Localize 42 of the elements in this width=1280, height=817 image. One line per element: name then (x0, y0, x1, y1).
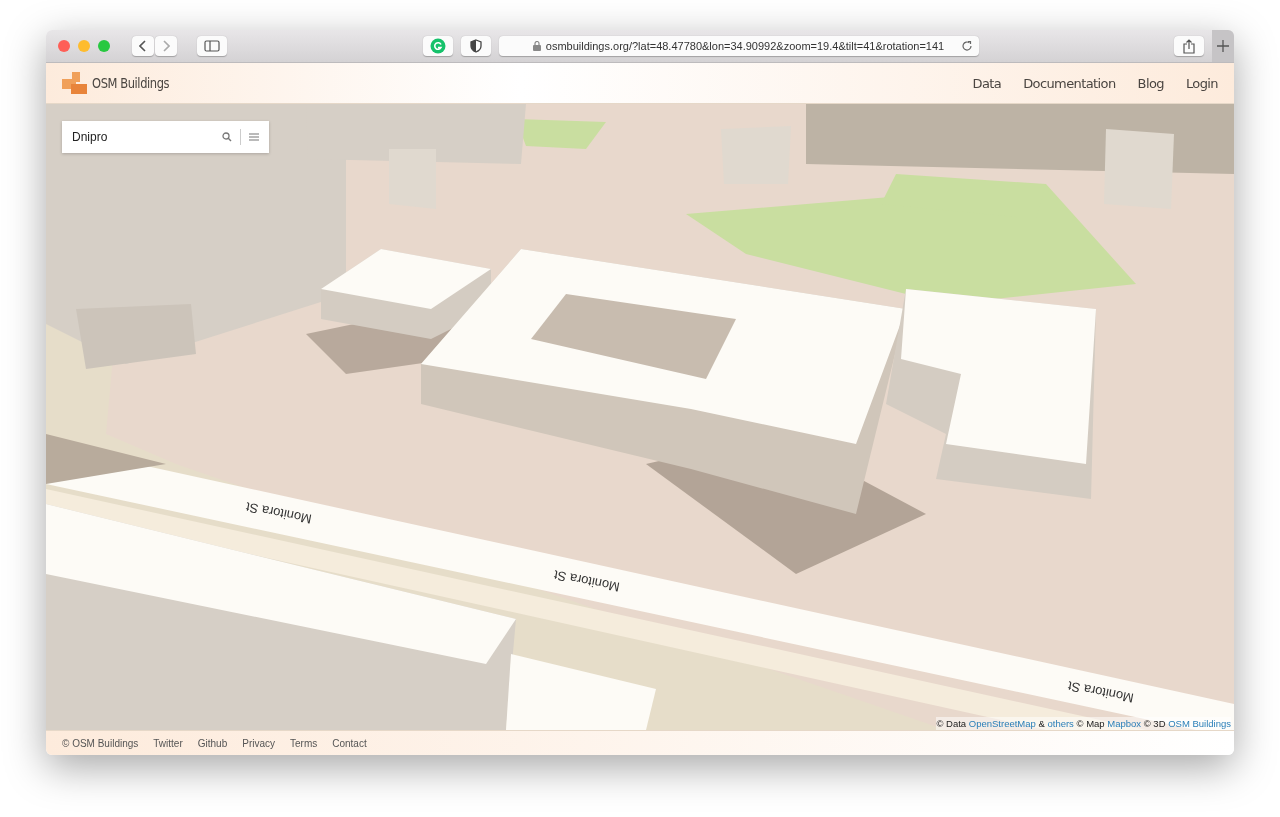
attribution-link[interactable]: OpenStreetMap (968, 718, 1036, 729)
nav-link[interactable]: Blog (1137, 75, 1164, 91)
nav-link[interactable]: Login (1185, 75, 1218, 91)
chevron-left-icon (139, 40, 147, 52)
attribution-link[interactable]: others (1047, 718, 1074, 729)
sidebar-button[interactable] (197, 36, 227, 56)
footer-link[interactable]: Twitter (153, 737, 183, 749)
street-label: Monitora St (244, 499, 313, 527)
zoom-window-button[interactable] (98, 40, 110, 52)
nav-link[interactable]: Data (972, 75, 1002, 91)
menu-icon[interactable] (249, 133, 259, 141)
search-icon[interactable] (222, 132, 232, 142)
chevron-right-icon (162, 40, 170, 52)
attribution-link[interactable]: Mapbox (1107, 718, 1142, 729)
close-window-button[interactable] (58, 40, 70, 52)
sidebar-icon (204, 40, 220, 52)
brand-link[interactable]: OSM Buildings (92, 75, 170, 91)
search-box[interactable]: Dnipro (62, 121, 269, 153)
footer-link[interactable]: Contact (332, 737, 367, 749)
lock-icon (532, 41, 541, 51)
back-button[interactable] (132, 36, 154, 56)
footer-link[interactable]: Privacy (242, 737, 275, 749)
share-icon (1183, 38, 1195, 54)
map-attribution: © Data OpenStreetMap & others © Map Mapbox © 3D OSM Buildings (936, 717, 1231, 730)
shield-icon (469, 39, 482, 53)
attribution-link[interactable]: OSM Buildings (1168, 718, 1231, 729)
reload-icon[interactable] (960, 40, 973, 52)
nav-link[interactable]: Documentation (1023, 75, 1116, 91)
address-bar[interactable]: osmbuildings.org/?lat=48.47780&lon=34.90992&zoom=19.4&tilt=41&rotation=141 (498, 36, 979, 56)
3d-map-drawing[interactable] (46, 104, 1234, 730)
stacked-blocks-icon (62, 72, 88, 94)
shield-button[interactable] (460, 36, 491, 56)
street-label: Monitora St (552, 567, 621, 595)
footer-link[interactable]: © OSM Buildings (62, 737, 139, 749)
footer-link[interactable]: Github (197, 737, 228, 749)
extension-button[interactable] (422, 36, 453, 56)
new-tab-button[interactable] (1212, 30, 1234, 62)
footer-link[interactable]: Terms (290, 737, 318, 749)
plus-icon (1217, 39, 1229, 52)
street-label: Monitora St (1066, 678, 1135, 706)
g-circle-icon (429, 38, 446, 54)
share-button[interactable] (1174, 36, 1204, 56)
